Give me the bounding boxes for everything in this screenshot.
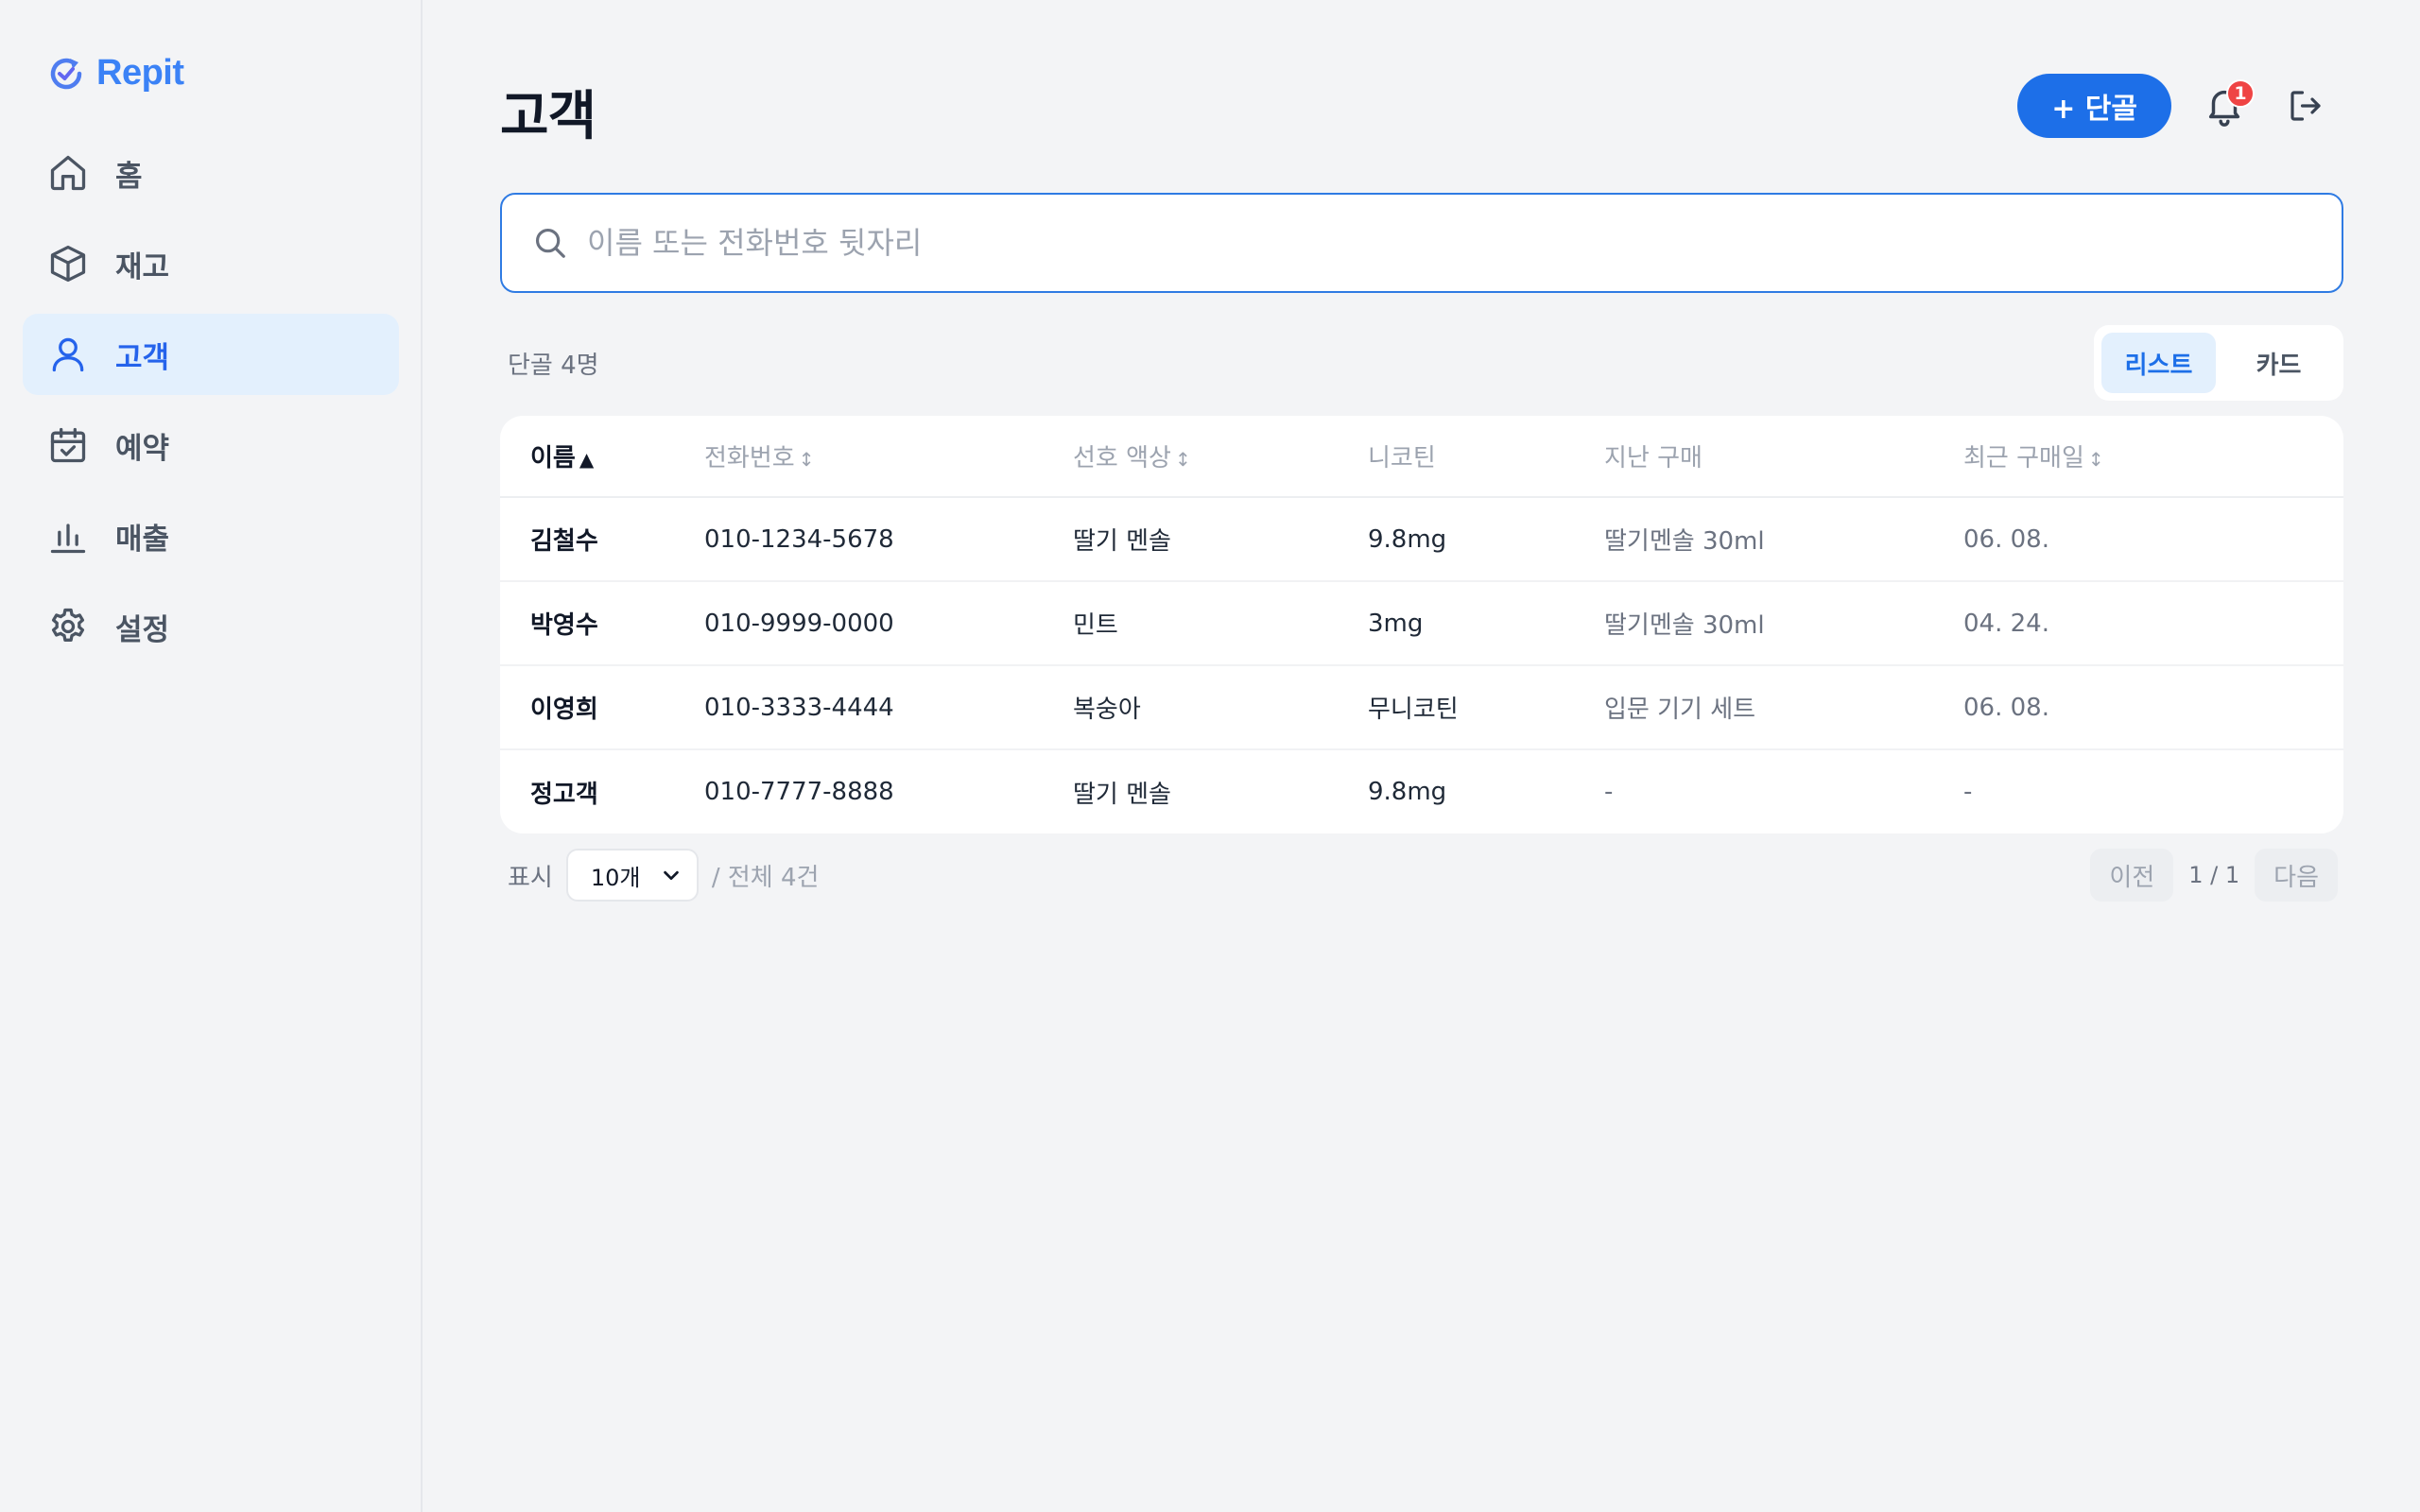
column-header-last-purchase: 지난 구매: [1604, 416, 1963, 498]
cell-last-purchase: 딸기멘솔 30ml: [1604, 581, 1963, 666]
add-regular-button[interactable]: + 단골: [2017, 74, 2171, 138]
cell-name: 정고객: [530, 780, 598, 809]
sidebar-nav: 홈 재고 고객 예약 매출 설정: [23, 132, 399, 677]
table-row[interactable]: 김철수 010-1234-5678 딸기 멘솔 9.8mg 딸기멘솔 30ml …: [500, 497, 2343, 582]
sidebar-item-label: 고객: [115, 340, 170, 375]
sort-icon: ↕: [798, 448, 815, 471]
cell-phone: 010-1234-5678: [704, 497, 1073, 582]
page-info: 1 / 1: [2188, 862, 2240, 888]
cell-last-purchase: 입문 기기 세트: [1604, 665, 1963, 750]
main-content: 고객 + 단골 1 단골 4명 리스트 카드 이름▲ 전화번호↕ 선호 액상↕ …: [500, 0, 2343, 1512]
sidebar-item-label: 예약: [115, 431, 170, 466]
total-count: / 전체 4건: [711, 863, 820, 892]
user-icon: [47, 334, 89, 375]
notification-badge: 1: [2226, 79, 2255, 108]
cell-last-purchase: 딸기멘솔 30ml: [1604, 497, 1963, 582]
sort-asc-icon: ▲: [579, 448, 595, 471]
cell-recent-date: 06. 08.: [1963, 665, 2343, 750]
card-view-button[interactable]: 카드: [2221, 333, 2336, 393]
chevron-down-icon: [664, 870, 679, 881]
cell-recent-date: -: [1963, 778, 1973, 806]
next-page-button[interactable]: 다음: [2255, 849, 2338, 902]
table-row[interactable]: 이영희 010-3333-4444 복숭아 무니코틴 입문 기기 세트 06. …: [500, 665, 2343, 750]
cell-flavor: 딸기 멘솔: [1073, 780, 1171, 809]
cell-phone: 010-3333-4444: [704, 665, 1073, 750]
sort-icon: ↕: [1174, 448, 1191, 471]
search-icon: [535, 228, 565, 258]
home-icon: [47, 152, 89, 194]
view-toggle: 리스트 카드: [2094, 325, 2343, 401]
cell-nicotine: 무니코틴: [1368, 665, 1604, 750]
sidebar-item-customers[interactable]: 고객: [23, 314, 399, 395]
per-page-value: 10개: [590, 864, 641, 891]
sidebar-item-reservations[interactable]: 예약: [23, 404, 399, 486]
logout-button[interactable]: [2277, 77, 2334, 134]
cell-nicotine: 9.8mg: [1368, 497, 1604, 582]
table-header-row: 이름 ▲ 전화번호 ↕ 선호 액상 ↕ 니코틴 지난 구매 최근 구매일 ↕: [500, 416, 2343, 498]
column-header-nicotine: 니코틴: [1368, 416, 1604, 498]
sidebar-item-label: 재고: [115, 249, 170, 284]
per-page-select[interactable]: 10개: [565, 849, 699, 902]
show-label: 표시: [508, 863, 553, 892]
app-logo[interactable]: Repit: [47, 53, 184, 94]
cell-flavor: 민트: [1073, 581, 1368, 666]
header-actions: + 단골 1: [2017, 74, 2343, 138]
cell-name: 박영수: [500, 581, 704, 666]
column-header-recent-date[interactable]: 최근 구매일 ↕: [1963, 416, 2343, 498]
cell-nicotine: 9.8mg: [1368, 778, 1447, 806]
search-input[interactable]: [587, 225, 2289, 261]
column-header-phone[interactable]: 전화번호 ↕: [704, 416, 1073, 498]
cell-name: 이영희: [500, 665, 704, 750]
sidebar-item-settings[interactable]: 설정: [23, 586, 399, 667]
sidebar-item-sales[interactable]: 매출: [23, 495, 399, 576]
cell-flavor: 복숭아: [1073, 665, 1368, 750]
cell-nicotine: 3mg: [1368, 581, 1604, 666]
sidebar: Repit 홈 재고 고객 예약 매출 설정: [0, 0, 423, 1512]
sidebar-item-label: 설정: [115, 612, 170, 647]
prev-page-button[interactable]: 이전: [2090, 849, 2174, 902]
sidebar-item-inventory[interactable]: 재고: [23, 223, 399, 304]
logo-icon: [50, 58, 82, 89]
column-header-flavor[interactable]: 선호 액상 ↕: [1073, 416, 1368, 498]
notifications-button[interactable]: 1: [2196, 77, 2255, 134]
cell-name: 김철수: [500, 497, 704, 582]
table-row[interactable]: 박영수 010-9999-0000 민트 3mg 딸기멘솔 30ml 04. 2…: [500, 581, 2343, 666]
cell-phone: 010-9999-0000: [704, 581, 1073, 666]
customer-table: 이름 ▲ 전화번호 ↕ 선호 액상 ↕ 니코틴 지난 구매 최근 구매일 ↕ 김철수 0…: [500, 416, 2343, 833]
page-title: 고객: [500, 86, 596, 147]
table-footer: 표시 10개 / 전체 4건 이전 1 / 1 다음: [500, 849, 2343, 902]
box-icon: [47, 243, 89, 284]
calendar-check-icon: [47, 424, 89, 466]
sidebar-item-label: 매출: [115, 522, 170, 557]
cell-recent-date: 06. 08.: [1963, 497, 2343, 582]
pagination: 이전 1 / 1 다음: [2090, 849, 2338, 902]
table-row[interactable]: 정고객 010-7777-8888 딸기 멘솔 9.8mg - -: [500, 749, 2343, 833]
gear-icon: [47, 606, 89, 647]
search-bar: [500, 193, 2343, 293]
column-header-name[interactable]: 이름 ▲: [500, 416, 704, 498]
cell-recent-date: 04. 24.: [1963, 581, 2343, 666]
cell-phone: 010-7777-8888: [704, 778, 894, 806]
app-name: Repit: [96, 53, 184, 93]
cell-flavor: 딸기 멘솔: [1073, 497, 1368, 582]
sidebar-item-label: 홈: [115, 159, 143, 194]
bar-chart-icon: [47, 515, 89, 557]
cell-last-purchase: -: [1604, 778, 1614, 806]
logout-icon: [2290, 91, 2321, 121]
customer-count: 단골 4명: [508, 352, 599, 380]
sort-icon: ↕: [2087, 448, 2104, 471]
list-view-button[interactable]: 리스트: [2101, 333, 2216, 393]
per-page-control: 표시 10개 / 전체 4건: [508, 849, 819, 902]
sidebar-item-home[interactable]: 홈: [23, 132, 399, 214]
